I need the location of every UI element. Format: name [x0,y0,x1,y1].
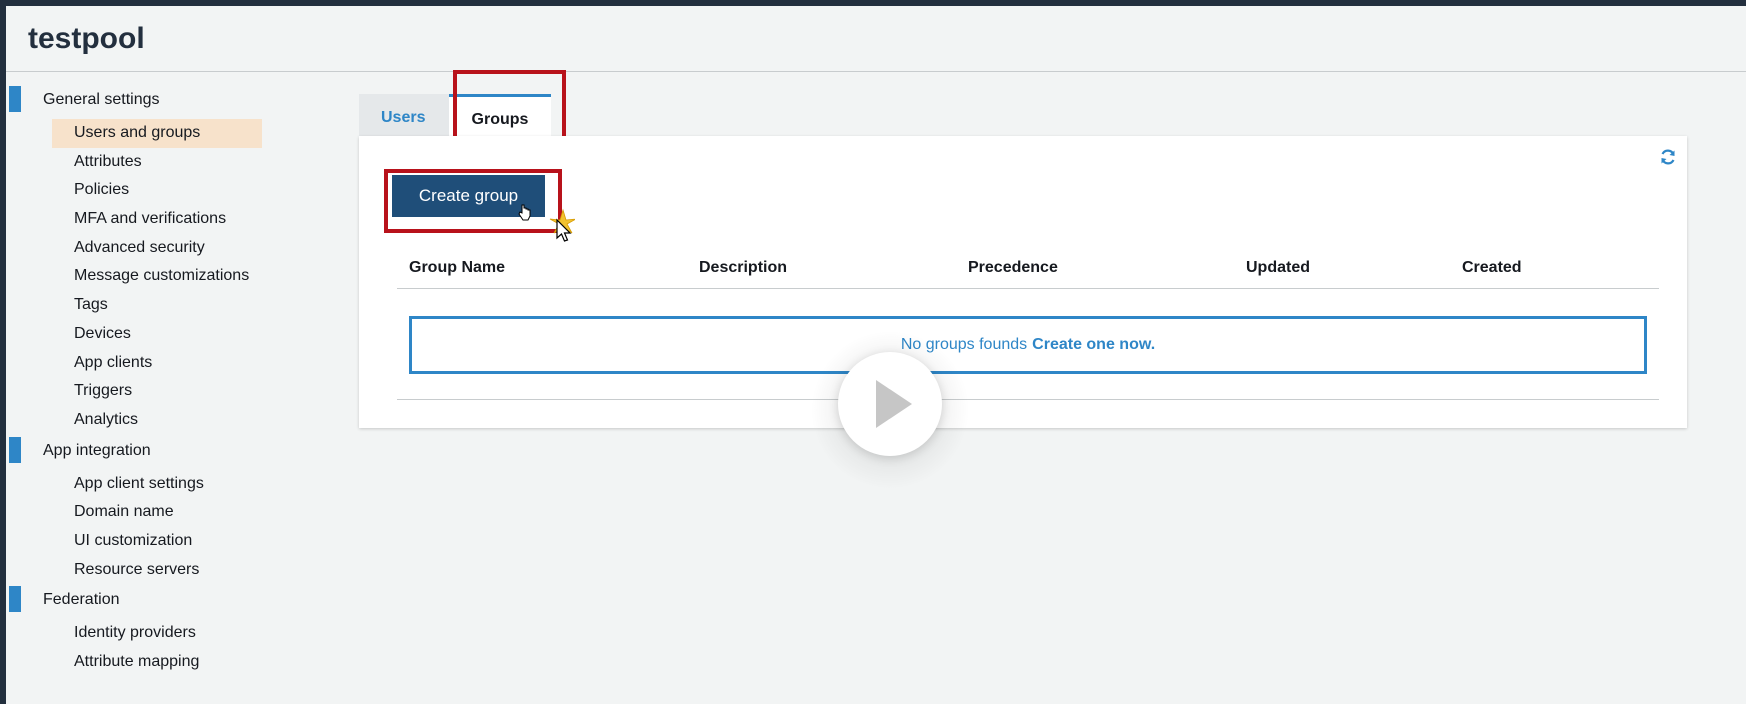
sidebar-item-label: Analytics [74,410,139,428]
column-created[interactable]: Created [1462,259,1522,277]
sidebar-item-triggers[interactable]: Triggers [52,377,262,406]
sidebar-section-general-settings[interactable]: General settings [6,84,276,114]
play-button[interactable] [838,352,942,456]
sidebar-item-label: Triggers [74,382,133,400]
sidebar-item-label: App client settings [74,474,204,492]
play-icon [876,380,912,428]
section-label: Federation [43,591,120,609]
create-one-now-link[interactable]: Create one now. [1032,336,1155,354]
sidebar-item-domain-name[interactable]: Domain name [52,498,262,527]
column-precedence[interactable]: Precedence [968,259,1058,277]
column-updated[interactable]: Updated [1246,259,1310,277]
create-group-button[interactable]: Create group [392,175,545,217]
sidebar-item-label: MFA and verifications [74,210,227,228]
sidebar-item-advanced-security[interactable]: Advanced security [52,234,262,263]
section-marker [9,436,21,463]
section-label: App integration [43,441,151,459]
sidebar-item-label: Domain name [74,503,174,521]
column-group-name[interactable]: Group Name [409,259,505,277]
sidebar-item-policies[interactable]: Policies [52,176,262,205]
sidebar-item-app-clients[interactable]: App clients [52,349,262,378]
sidebar-item-app-client-settings[interactable]: App client settings [52,470,262,499]
sidebar-item-attributes[interactable]: Attributes [52,148,262,177]
refresh-icon[interactable] [1659,148,1677,166]
sidebar-section-federation[interactable]: Federation [6,584,276,614]
sidebar-item-label: Identity providers [74,624,196,642]
sidebar-item-mfa[interactable]: MFA and verifications [52,205,262,234]
tab-groups[interactable]: Groups [449,94,551,142]
table-divider [397,399,1659,400]
empty-text: No groups founds [900,336,1028,353]
sidebar-item-ui-customization[interactable]: UI customization [52,527,262,556]
sidebar-item-message-customizations[interactable]: Message customizations [52,262,262,291]
sidebar-item-identity-providers[interactable]: Identity providers [52,619,262,648]
sidebar-item-label: UI customization [74,531,193,549]
groups-table-header: Group Name Description Precedence Update… [397,253,1659,289]
sidebar-item-label: Attribute mapping [74,653,200,670]
sidebar-item-label: Resource servers [74,560,200,578]
sidebar-item-users-and-groups[interactable]: Users and groups [52,119,262,148]
sidebar-item-tags[interactable]: Tags [52,291,262,320]
sidebar-item-label: Message customizations [74,267,250,285]
sidebar-item-label: Tags [74,296,108,314]
sidebar-section-app-integration[interactable]: App integration [6,435,276,465]
sidebar-item-resource-servers[interactable]: Resource servers [52,556,262,585]
sidebar-item-label: App clients [74,353,153,371]
sidebar-item-label: Attributes [74,152,142,170]
sidebar-item-analytics[interactable]: Analytics [52,406,262,435]
section-marker [9,586,21,613]
header: testpool [6,6,1746,72]
tab-users[interactable]: Users [359,94,449,142]
section-label: General settings [43,91,160,108]
sidebar-item-label: Devices [74,324,131,342]
sidebar-item-attribute-mapping[interactable]: Attribute mapping [52,648,262,677]
page-title: testpool [28,22,145,55]
sidebar-item-label: Users and groups [74,124,201,141]
section-marker [9,86,21,112]
empty-groups-message: No groups founds Create one now. [409,316,1647,374]
sidebar-item-label: Policies [74,181,130,199]
sidebar-item-label: Advanced security [74,238,205,256]
sidebar: General settings Users and groups Attrib… [6,84,276,677]
column-description[interactable]: Description [699,259,787,277]
tab-bar: Users Groups [359,94,551,142]
sidebar-item-devices[interactable]: Devices [52,320,262,349]
